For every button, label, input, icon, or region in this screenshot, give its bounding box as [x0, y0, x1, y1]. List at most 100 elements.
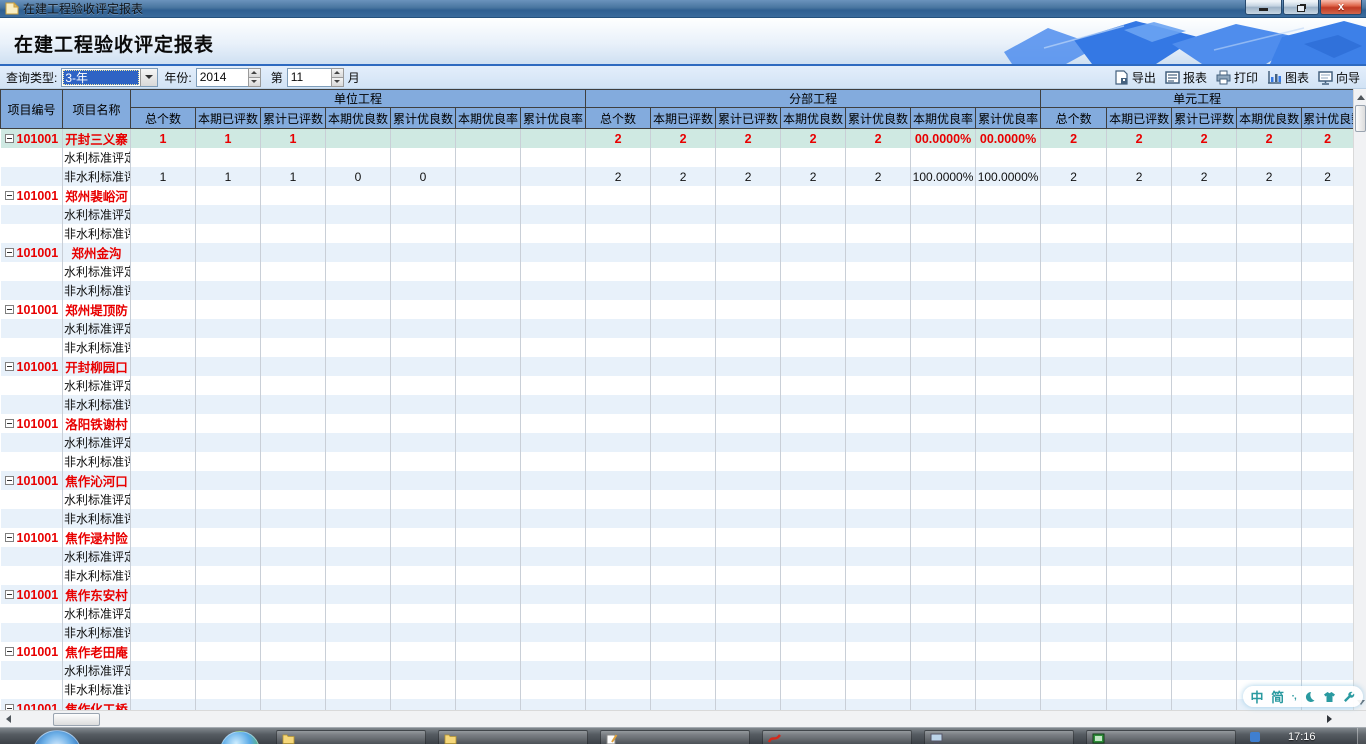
close-button[interactable]: x [1320, 0, 1362, 15]
wizard-button[interactable]: 向导 [1318, 69, 1360, 86]
combo-dropdown-button[interactable] [140, 69, 157, 86]
table-row-project[interactable]: 101001郑州裴峪河 [1, 186, 1354, 205]
browser-icon[interactable] [220, 731, 260, 744]
year-down-button[interactable] [249, 77, 260, 86]
chart-button[interactable]: 图表 [1267, 69, 1309, 86]
table-row-sub[interactable]: 水利标准评定 [1, 604, 1354, 623]
value-cell [911, 357, 976, 376]
table-row-sub[interactable]: 水利标准评定 [1, 148, 1354, 167]
taskbar-button-document[interactable] [600, 730, 750, 744]
table-row-sub[interactable]: 水利标准评定 [1, 262, 1354, 281]
table-row-project[interactable]: 101001焦作逯村险 [1, 528, 1354, 547]
table-row-project[interactable]: 101001焦作老田庵 [1, 642, 1354, 661]
collapse-icon[interactable] [5, 647, 14, 656]
table-row-sub[interactable]: 水利标准评定 [1, 205, 1354, 224]
collapse-icon[interactable] [5, 305, 14, 314]
table-row-sub[interactable]: 非水利标准评定 [1, 338, 1354, 357]
horizontal-scroll-thumb[interactable] [53, 713, 100, 726]
export-button[interactable]: 导出 [1114, 69, 1156, 86]
minimize-button[interactable] [1245, 0, 1282, 15]
value-cell [911, 699, 976, 710]
scroll-up-button[interactable] [1355, 90, 1366, 104]
table-row-project[interactable]: 101001焦作化工桥 [1, 699, 1354, 710]
taskbar-button-folder-1[interactable] [276, 730, 426, 744]
value-cell [651, 452, 716, 471]
ime-language-bar[interactable]: 中 简 ·, [1243, 686, 1363, 707]
table-row-sub[interactable]: 非水利标准评定 [1, 623, 1354, 642]
restore-button[interactable] [1283, 0, 1319, 15]
start-button[interactable] [32, 730, 82, 744]
collapse-icon[interactable] [5, 248, 14, 257]
value-cell [391, 680, 456, 699]
table-row-sub[interactable]: 非水利标准评定 [1, 680, 1354, 699]
table-row-sub[interactable]: 非水利标准评定 [1, 566, 1354, 585]
taskbar-button-folder-2[interactable] [438, 730, 588, 744]
table-row-project[interactable]: 101001郑州金沟 [1, 243, 1354, 262]
year-stepper[interactable]: 2014 [196, 68, 261, 87]
scroll-right-button[interactable] [1322, 712, 1336, 726]
year-up-button[interactable] [249, 69, 260, 77]
table-row-sub[interactable]: 非水利标准评定 [1, 452, 1354, 471]
value-cell [1237, 528, 1302, 547]
taskbar-button-green-app[interactable] [1086, 730, 1236, 744]
vertical-scroll-thumb[interactable] [1355, 105, 1366, 132]
tray-network-icon[interactable] [1250, 732, 1260, 742]
table-row-project[interactable]: 101001开封柳园口 [1, 357, 1354, 376]
vertical-scrollbar[interactable] [1353, 89, 1366, 710]
collapse-icon[interactable] [5, 191, 14, 200]
value-cell [521, 528, 586, 547]
year-value[interactable]: 2014 [196, 68, 248, 87]
month-value[interactable]: 11 [287, 68, 331, 87]
horizontal-scrollbar[interactable] [0, 710, 1366, 727]
ime-mode-label[interactable]: 简 [1271, 687, 1284, 706]
value-cell [781, 224, 846, 243]
table-row-sub[interactable]: 非水利标准评定 [1, 224, 1354, 243]
table-row-sub[interactable]: 水利标准评定 [1, 490, 1354, 509]
query-type-select[interactable]: 3-年 [61, 68, 158, 87]
month-down-button[interactable] [332, 77, 343, 86]
table-row-project[interactable]: 101001洛阳铁谢村 [1, 414, 1354, 433]
value-cell [521, 452, 586, 471]
sub-header-0-0: 总个数 [131, 108, 196, 129]
value-cell: 0 [391, 167, 456, 186]
value-cell [326, 205, 391, 224]
table-row-sub[interactable]: 水利标准评定 [1, 376, 1354, 395]
report-button[interactable]: 报表 [1165, 69, 1207, 86]
table-row-sub[interactable]: 水利标准评定 [1, 433, 1354, 452]
value-cell [586, 452, 651, 471]
taskbar-button-red-app[interactable] [762, 730, 912, 744]
ime-punct-label[interactable]: ·, [1292, 691, 1296, 702]
table-row-sub[interactable]: 水利标准评定 [1, 319, 1354, 338]
table-row-project[interactable]: 101001郑州堤顶防 [1, 300, 1354, 319]
collapse-icon[interactable] [5, 362, 14, 371]
table-row-sub[interactable]: 水利标准评定 [1, 547, 1354, 566]
scroll-left-button[interactable] [1, 712, 15, 726]
wrench-icon[interactable] [1343, 691, 1355, 703]
ime-lang-label[interactable]: 中 [1251, 687, 1264, 706]
show-desktop-button[interactable] [1357, 728, 1366, 744]
taskbar-button-computer[interactable] [924, 730, 1074, 744]
value-cell [716, 281, 781, 300]
table-row-sub[interactable]: 非水利标准评定 [1, 509, 1354, 528]
table-row-sub[interactable]: 非水利标准评定1110022222100.0000%100.0000%22222 [1, 167, 1354, 186]
print-button[interactable]: 打印 [1216, 69, 1258, 86]
table-row-project[interactable]: 101001焦作东安村 [1, 585, 1354, 604]
month-up-button[interactable] [332, 69, 343, 77]
table-row-project[interactable]: 101001焦作沁河口 [1, 471, 1354, 490]
month-stepper[interactable]: 11 [287, 68, 344, 87]
collapse-icon[interactable] [5, 476, 14, 485]
collapse-icon[interactable] [5, 533, 14, 542]
moon-icon[interactable] [1303, 691, 1315, 703]
table-row-sub[interactable]: 水利标准评定 [1, 661, 1354, 680]
table-row-project[interactable]: 101001开封三义寨1112222200.0000%00.0000%22222 [1, 129, 1354, 149]
value-cell [521, 604, 586, 623]
table-row-sub[interactable]: 非水利标准评定 [1, 395, 1354, 414]
skin-shirt-icon[interactable] [1323, 691, 1336, 703]
collapse-icon[interactable] [5, 134, 14, 143]
standard-type-cell: 水利标准评定 [63, 604, 131, 623]
sub-header-2-4: 累计优良数 [1302, 108, 1353, 129]
table-row-sub[interactable]: 非水利标准评定 [1, 281, 1354, 300]
collapse-icon[interactable] [5, 590, 14, 599]
taskbar-clock[interactable]: 17:16 [1288, 731, 1316, 743]
collapse-icon[interactable] [5, 419, 14, 428]
